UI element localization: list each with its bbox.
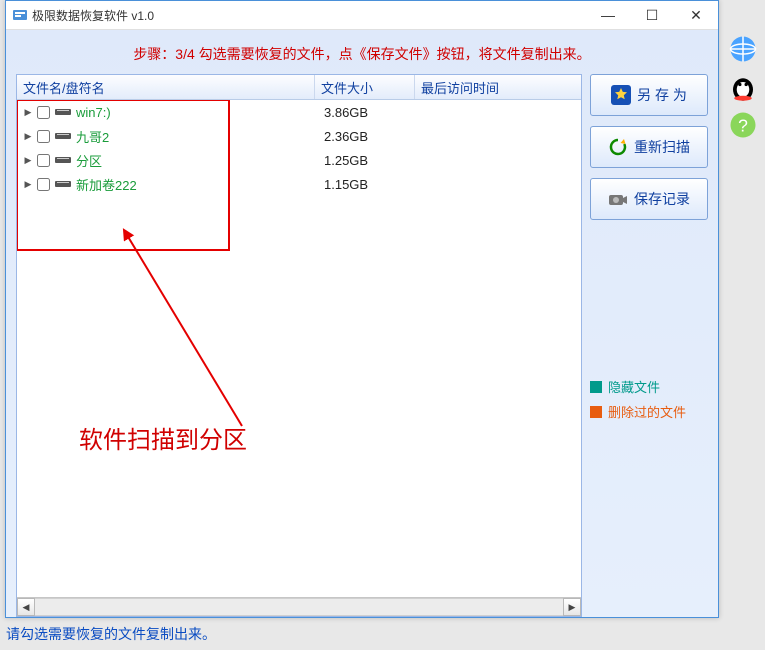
step-instruction: 步骤：3/4 勾选需要恢复的文件，点《保存文件》按钮，将文件复制出来。: [16, 44, 708, 64]
row-checkbox[interactable]: [37, 178, 50, 191]
save-log-button[interactable]: 保存记录: [590, 178, 708, 220]
legend: 隐藏文件 删除过的文件: [590, 371, 708, 427]
drive-icon: [54, 131, 72, 141]
expand-caret-icon[interactable]: ▶: [17, 107, 35, 118]
titlebar: 极限数据恢复软件 v1.0 — ☐ ✕: [6, 1, 718, 30]
row-checkbox[interactable]: [37, 130, 50, 143]
drive-icon: [54, 179, 72, 189]
scroll-left-icon[interactable]: ◀: [17, 598, 35, 616]
row-name: 新加卷222: [72, 175, 324, 194]
app-window: 极限数据恢复软件 v1.0 — ☐ ✕ 步骤：3/4 勾选需要恢复的文件，点《保…: [5, 0, 719, 618]
svg-text:?: ?: [738, 115, 748, 135]
row-name: 分区: [72, 151, 324, 170]
column-headers: 文件名/盘符名 文件大小 最后访问时间: [17, 75, 581, 100]
app-icon: [12, 7, 28, 23]
row-size: 1.15GB: [324, 177, 424, 192]
horizontal-scrollbar[interactable]: ◀ ▶: [17, 597, 581, 616]
drive-icon: [54, 155, 72, 165]
table-row[interactable]: ▶ win7:) 3.86GB: [17, 100, 581, 124]
row-name: win7:): [72, 105, 324, 120]
status-bar: 请勾选需要恢复的文件复制出来。: [6, 624, 765, 648]
row-size: 3.86GB: [324, 105, 424, 120]
legend-deleted: 删除过的文件: [590, 402, 708, 421]
legend-hidden: 隐藏文件: [590, 377, 708, 396]
row-checkbox[interactable]: [37, 154, 50, 167]
annotation-label: 软件扫描到分区: [79, 420, 247, 455]
expand-caret-icon[interactable]: ▶: [17, 131, 35, 142]
client-area: 步骤：3/4 勾选需要恢复的文件，点《保存文件》按钮，将文件复制出来。 文件名/…: [6, 30, 718, 617]
button-label: 重新扫描: [634, 137, 690, 157]
header-size[interactable]: 文件大小: [315, 75, 415, 99]
legend-label: 删除过的文件: [608, 402, 686, 421]
table-row[interactable]: ▶ 分区 1.25GB: [17, 148, 581, 172]
header-name[interactable]: 文件名/盘符名: [17, 75, 315, 99]
close-button[interactable]: ✕: [674, 1, 718, 29]
row-name: 九哥2: [72, 127, 324, 146]
action-sidebar: 另 存 为 重新扫描 保存记录 隐藏文: [590, 74, 708, 617]
drive-icon: [54, 107, 72, 117]
table-row[interactable]: ▶ 新加卷222 1.15GB: [17, 172, 581, 196]
maximize-button[interactable]: ☐: [630, 1, 674, 29]
scroll-track[interactable]: [35, 598, 563, 616]
desktop-side-icons: ?: [725, 34, 761, 140]
window-controls: — ☐ ✕: [586, 1, 718, 29]
refresh-icon: [608, 137, 628, 157]
save-as-button[interactable]: 另 存 为: [590, 74, 708, 116]
file-list-panel: 文件名/盘符名 文件大小 最后访问时间 ▶ win7:) 3.86GB: [16, 74, 582, 617]
row-size: 2.36GB: [324, 129, 424, 144]
scroll-right-icon[interactable]: ▶: [563, 598, 581, 616]
button-label: 保存记录: [634, 189, 690, 209]
swatch-deleted-icon: [590, 406, 602, 418]
button-label: 另 存 为: [637, 85, 687, 105]
minimize-button[interactable]: —: [586, 1, 630, 29]
swatch-hidden-icon: [590, 381, 602, 393]
expand-caret-icon[interactable]: ▶: [17, 155, 35, 166]
table-row[interactable]: ▶ 九哥2 2.36GB: [17, 124, 581, 148]
expand-caret-icon[interactable]: ▶: [17, 179, 35, 190]
camera-icon: [608, 189, 628, 209]
star-icon: [611, 85, 631, 105]
help-icon[interactable]: ?: [728, 110, 758, 140]
qq-penguin-icon[interactable]: [728, 72, 758, 102]
row-size: 1.25GB: [324, 153, 424, 168]
file-rows: ▶ win7:) 3.86GB ▶ 九哥2: [17, 100, 581, 597]
browser-icon[interactable]: [728, 34, 758, 64]
header-time[interactable]: 最后访问时间: [415, 75, 581, 99]
window-title: 极限数据恢复软件 v1.0: [32, 7, 154, 24]
row-checkbox[interactable]: [37, 106, 50, 119]
legend-label: 隐藏文件: [608, 377, 660, 396]
main-row: 文件名/盘符名 文件大小 最后访问时间 ▶ win7:) 3.86GB: [16, 74, 708, 617]
rescan-button[interactable]: 重新扫描: [590, 126, 708, 168]
